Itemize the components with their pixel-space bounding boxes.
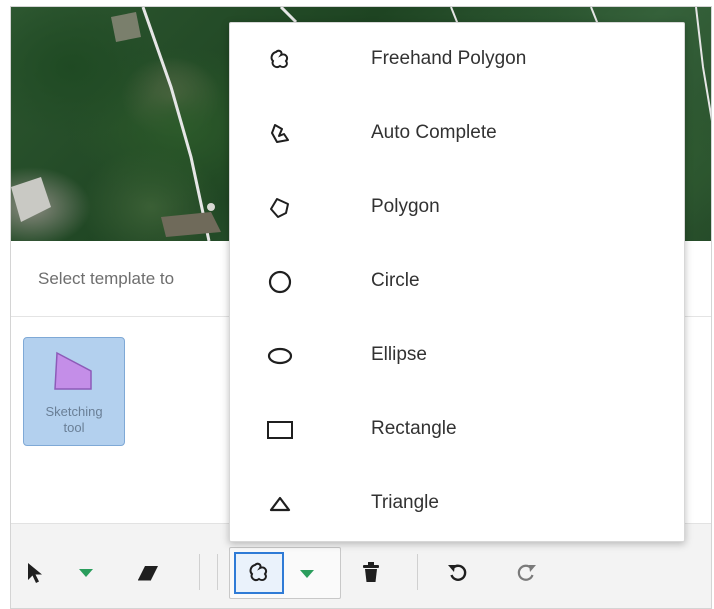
toolbar-separator	[417, 554, 418, 590]
circle-icon	[266, 269, 294, 295]
draw-shape-menu: Freehand Polygon Auto Complete Polygon C…	[229, 22, 685, 542]
menu-item-label: Triangle	[371, 492, 439, 513]
menu-item-auto-complete[interactable]: Auto Complete	[230, 97, 686, 171]
eraser-icon[interactable]	[133, 558, 163, 588]
menu-item-triangle[interactable]: Triangle	[230, 467, 686, 541]
polygon-icon	[266, 195, 294, 221]
auto-complete-icon	[266, 121, 294, 147]
ellipse-icon	[266, 343, 294, 369]
draw-dropdown-caret[interactable]	[294, 561, 320, 587]
menu-item-label: Ellipse	[371, 344, 427, 365]
redo-icon[interactable]	[511, 558, 541, 588]
menu-item-label: Freehand Polygon	[371, 48, 527, 69]
triangle-icon	[266, 491, 294, 517]
trash-icon[interactable]	[356, 557, 386, 587]
template-hint-text: Select template to	[38, 269, 175, 288]
select-dropdown-caret[interactable]	[73, 560, 99, 586]
select-arrow-icon[interactable]	[21, 558, 51, 588]
menu-item-circle[interactable]: Circle	[230, 245, 686, 319]
undo-icon[interactable]	[443, 558, 473, 588]
menu-item-label: Circle	[371, 270, 420, 291]
menu-item-label: Auto Complete	[371, 122, 497, 143]
menu-item-label: Rectangle	[371, 418, 457, 439]
draw-tool-group	[229, 547, 341, 599]
rectangle-icon	[266, 417, 294, 443]
menu-item-rectangle[interactable]: Rectangle	[230, 393, 686, 467]
menu-item-label: Polygon	[371, 196, 440, 217]
toolbar-separator	[217, 554, 218, 590]
polygon-template-icon	[54, 351, 92, 390]
freehand-polygon-icon[interactable]	[234, 552, 284, 594]
toolbar-separator	[199, 554, 200, 590]
freehand-polygon-icon	[266, 47, 294, 73]
template-card-sketching-tool[interactable]: Sketching tool	[23, 337, 125, 446]
menu-item-polygon[interactable]: Polygon	[230, 171, 686, 245]
template-card-label: Sketching tool	[45, 404, 103, 435]
menu-item-ellipse[interactable]: Ellipse	[230, 319, 686, 393]
menu-item-freehand-polygon[interactable]: Freehand Polygon	[230, 23, 686, 97]
